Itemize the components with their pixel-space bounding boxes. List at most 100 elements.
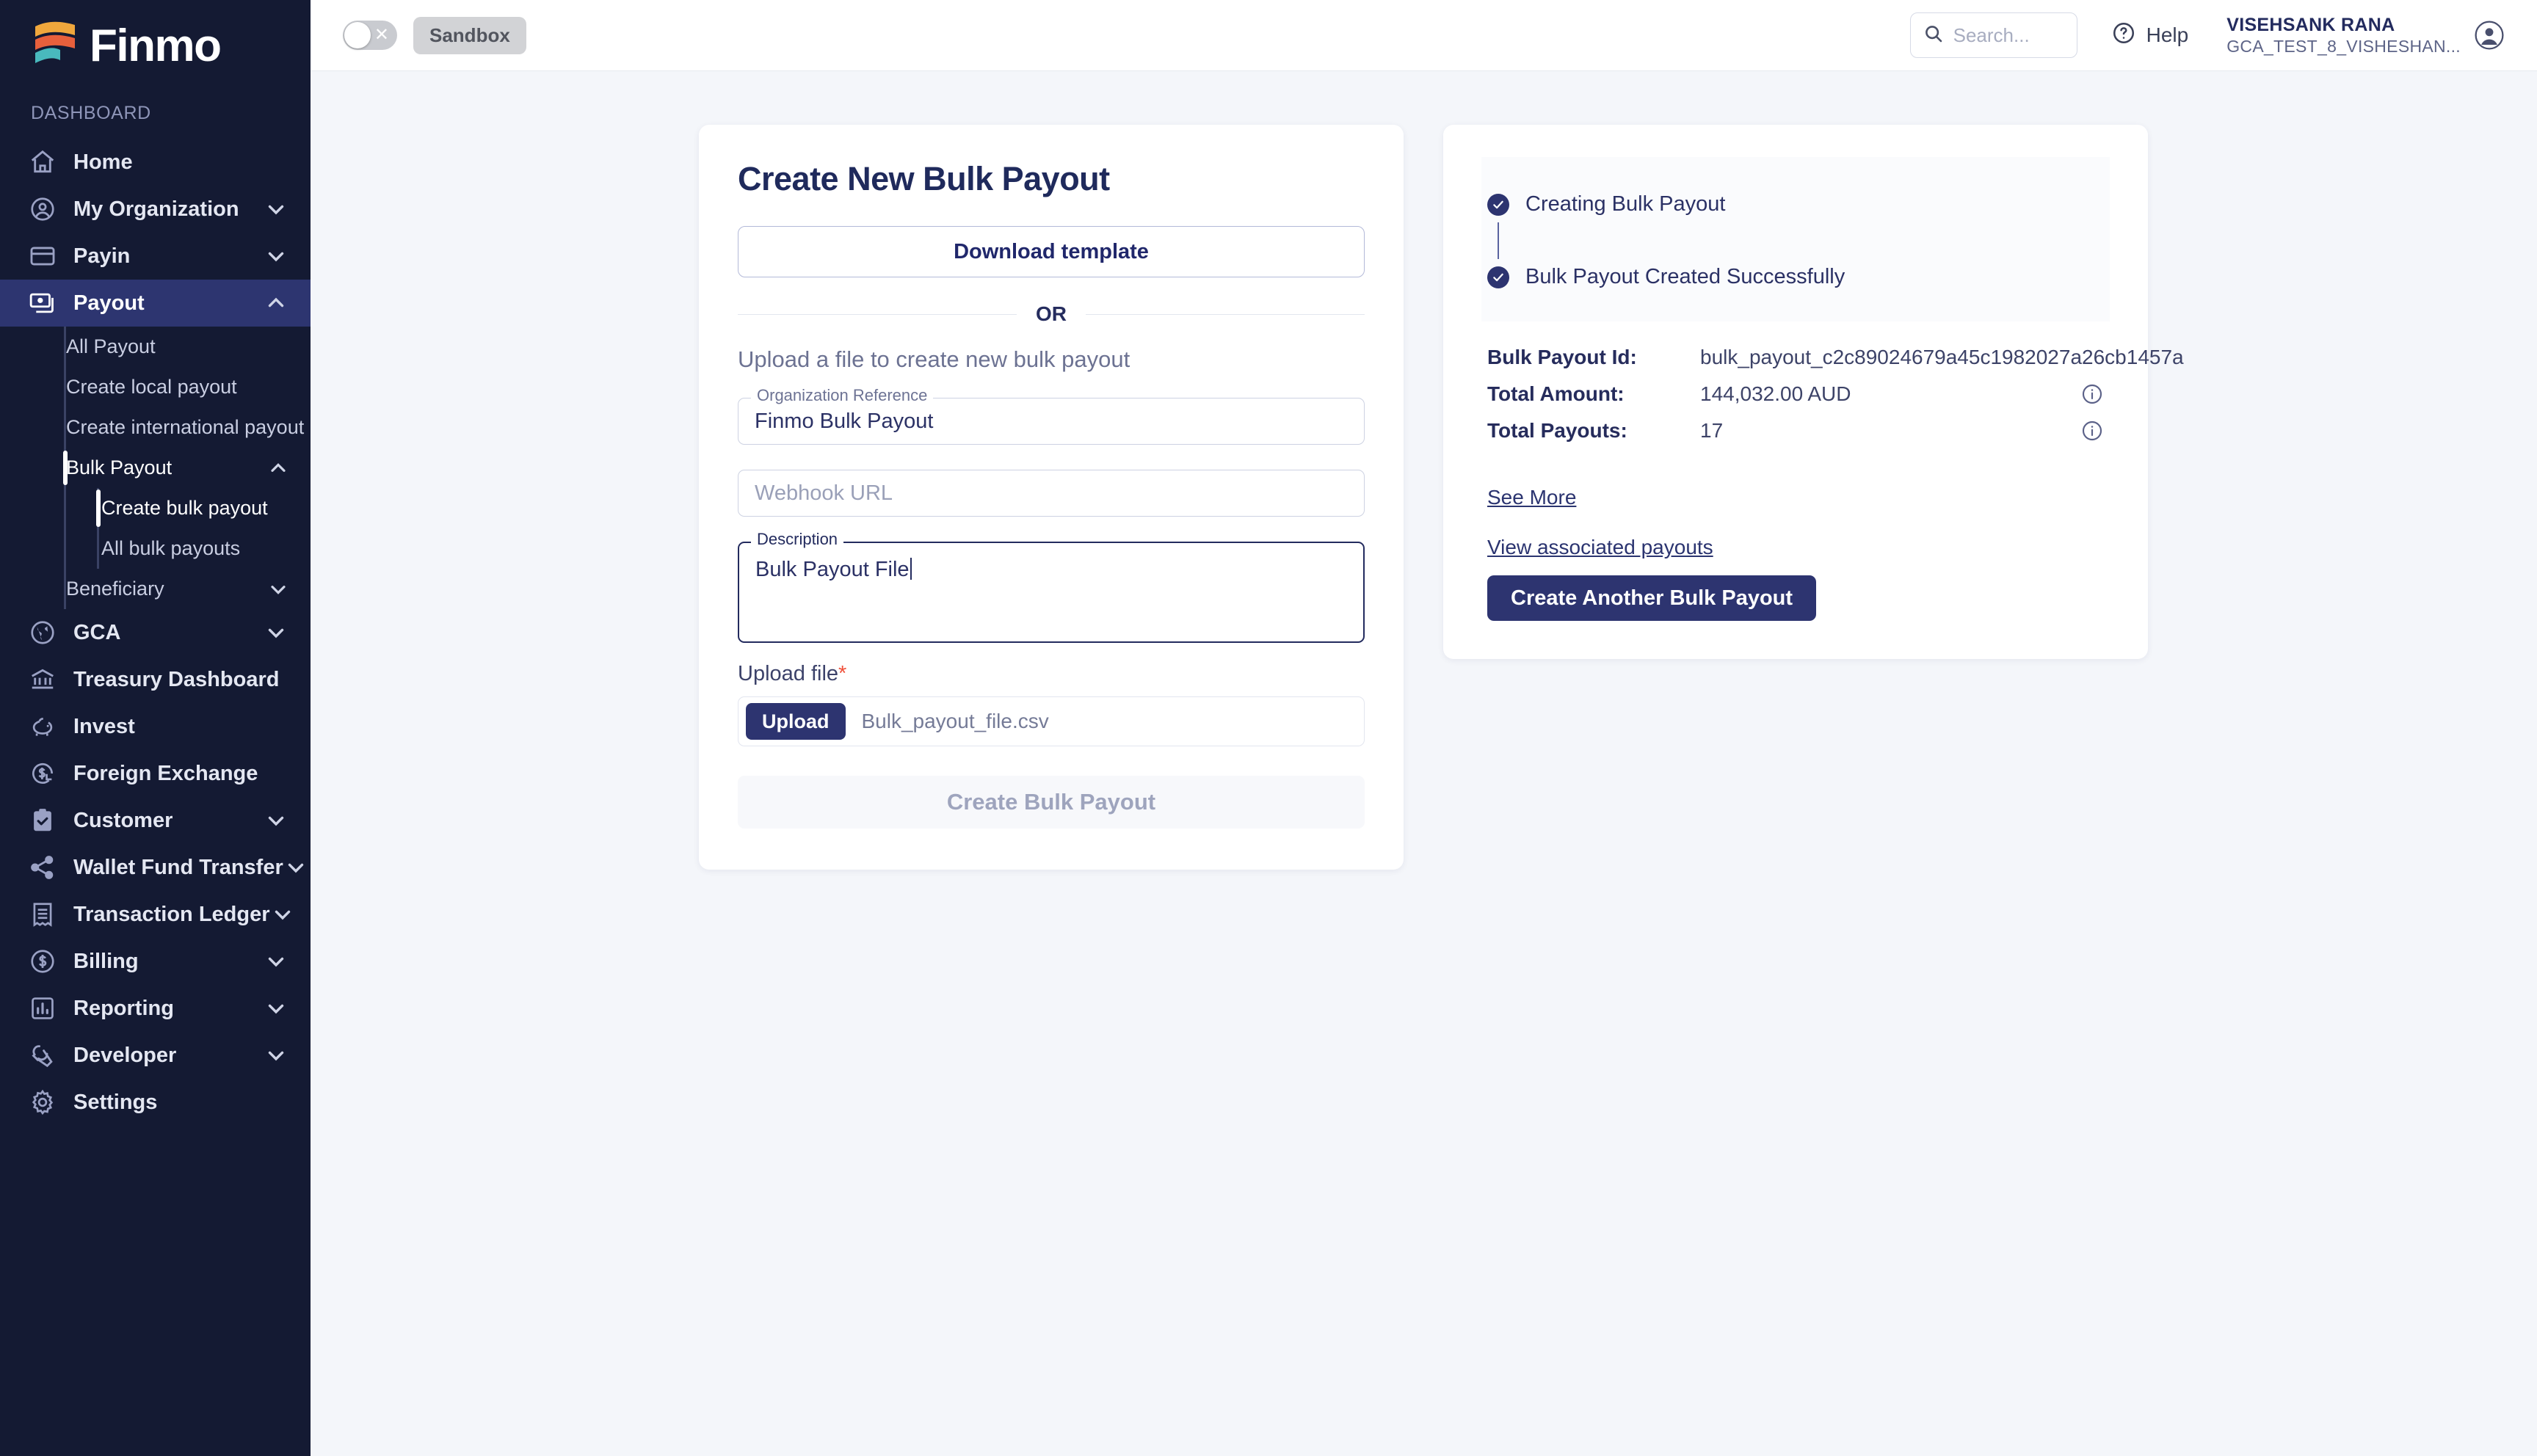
progress-step-label: Bulk Payout Created Successfully xyxy=(1525,265,1845,288)
chevron-down-icon[interactable] xyxy=(283,855,308,880)
detail-key: Total Payouts: xyxy=(1487,418,1627,442)
organization-reference-input[interactable]: Finmo Bulk Payout xyxy=(738,398,1365,445)
user-circle-icon xyxy=(28,194,57,224)
finmo-ribbon-logo-icon xyxy=(32,19,78,73)
organization-reference-field[interactable]: Finmo Bulk Payout Organization Reference xyxy=(738,387,1365,445)
sidebar-item-payin[interactable]: Payin xyxy=(0,233,311,280)
sidebar-subitem-create-international-payout[interactable]: Create international payout xyxy=(0,407,311,448)
sidebar-item-treasury-dashboard[interactable]: Treasury Dashboard xyxy=(0,656,311,703)
sidebar-item-invest[interactable]: Invest xyxy=(0,703,311,750)
info-icon[interactable] xyxy=(2080,382,2104,406)
create-bulk-payout-submit-button[interactable]: Create Bulk Payout xyxy=(738,776,1365,829)
check-circle-icon xyxy=(1487,193,1509,216)
chevron-down-icon[interactable] xyxy=(264,244,288,269)
chevron-down-icon[interactable] xyxy=(264,1043,288,1068)
detail-value: 17 xyxy=(1700,418,1724,442)
sidebar: Finmo DASHBOARD Home My Organization Pay… xyxy=(0,0,311,1456)
page-content: Create New Bulk Payout Download template… xyxy=(311,71,2537,1456)
see-more-link[interactable]: See More xyxy=(1487,486,1576,509)
webhook-url-field[interactable]: Webhook URL xyxy=(738,470,1365,517)
sidebar-item-gca[interactable]: GCA xyxy=(0,609,311,656)
info-icon[interactable] xyxy=(2080,419,2104,443)
description-value: Bulk Payout File xyxy=(755,558,910,581)
upload-file-row: Upload Bulk_payout_file.csv xyxy=(738,696,1365,746)
sidebar-item-developer[interactable]: Developer xyxy=(0,1032,311,1079)
help-button[interactable]: Help xyxy=(2111,21,2188,51)
chevron-down-icon[interactable] xyxy=(264,197,288,222)
money-icon xyxy=(28,288,57,318)
search-box[interactable] xyxy=(1909,12,2077,58)
sidebar-item-transaction-ledger[interactable]: Transaction Ledger xyxy=(0,891,311,938)
upload-button[interactable]: Upload xyxy=(746,703,846,740)
user-identity: VISEHSANK RANA GCA_TEST_8_VISHESHAN... xyxy=(2226,14,2461,57)
sidebar-item-customer[interactable]: Customer xyxy=(0,797,311,844)
progress-step-created: Bulk Payout Created Successfully xyxy=(1481,265,2110,289)
sidebar-item-my-organization[interactable]: My Organization xyxy=(0,186,311,233)
description-label: Description xyxy=(751,531,844,547)
chevron-up-icon[interactable] xyxy=(264,291,288,316)
sandbox-badge: Sandbox xyxy=(413,16,526,54)
detail-value: bulk_payout_c2c89024679a45c1982027a26cb1… xyxy=(1700,345,2184,368)
chevron-down-icon[interactable] xyxy=(266,578,290,601)
webhook-url-placeholder: Webhook URL xyxy=(755,481,893,505)
sidebar-item-reporting[interactable]: Reporting xyxy=(0,985,311,1032)
view-associated-payouts-link[interactable]: View associated payouts xyxy=(1487,536,1713,559)
sidebar-subitem-create-bulk-payout[interactable]: Create bulk payout xyxy=(0,488,311,528)
detail-key: Bulk Payout Id: xyxy=(1487,345,1637,368)
webhook-url-input[interactable]: Webhook URL xyxy=(738,470,1365,517)
top-bar: ✕ Sandbox Help VISEHSANK RANA GCA_TE xyxy=(311,0,2537,71)
chevron-down-icon[interactable] xyxy=(264,808,288,833)
required-marker: * xyxy=(838,662,847,685)
user-organization: GCA_TEST_8_VISHESHAN... xyxy=(2226,37,2461,57)
sidebar-item-label: Customer xyxy=(73,808,173,832)
create-another-bulk-payout-button[interactable]: Create Another Bulk Payout xyxy=(1487,575,1817,621)
brand-logo[interactable]: Finmo xyxy=(0,0,311,90)
chevron-down-icon[interactable] xyxy=(264,949,288,974)
description-textarea[interactable]: Bulk Payout File xyxy=(738,542,1365,643)
or-label: OR xyxy=(1036,302,1067,325)
sidebar-subitem-bulk-payout[interactable]: Bulk Payout xyxy=(0,448,311,488)
progress-step-creating: Creating Bulk Payout xyxy=(1481,192,2110,216)
help-circle-icon xyxy=(2111,21,2136,51)
detail-row-bulk-payout-id: Bulk Payout Id: bulk_payout_c2c89024679a… xyxy=(1487,341,2184,374)
chevron-down-icon[interactable] xyxy=(270,902,295,927)
user-menu[interactable]: VISEHSANK RANA GCA_TEST_8_VISHESHAN... xyxy=(2226,14,2505,57)
sidebar-subitem-label: Create international payout xyxy=(66,416,305,438)
sidebar-subitem-label: All bulk payouts xyxy=(101,537,241,559)
upload-file-label: Upload file* xyxy=(738,662,1365,686)
sidebar-item-label: Settings xyxy=(73,1090,158,1114)
globe-icon xyxy=(28,618,57,647)
main-area: ✕ Sandbox Help VISEHSANK RANA GCA_TE xyxy=(311,0,2537,1456)
currency-exchange-icon xyxy=(28,759,57,788)
sidebar-subitem-create-local-payout[interactable]: Create local payout xyxy=(0,367,311,407)
sidebar-item-label: Payout xyxy=(73,291,145,315)
chevron-down-icon[interactable] xyxy=(264,996,288,1021)
sandbox-mode-toggle[interactable]: ✕ xyxy=(343,21,397,50)
download-template-button[interactable]: Download template xyxy=(738,226,1365,277)
bar-chart-icon xyxy=(28,994,57,1023)
sidebar-subitem-beneficiary[interactable]: Beneficiary xyxy=(0,569,311,609)
sidebar-item-label: Invest xyxy=(73,714,135,738)
card-icon xyxy=(28,241,57,271)
sidebar-item-foreign-exchange[interactable]: Foreign Exchange xyxy=(0,750,311,797)
wrench-icon xyxy=(28,1041,57,1070)
dollar-circle-icon xyxy=(28,947,57,976)
sidebar-item-wallet-fund-transfer[interactable]: Wallet Fund Transfer xyxy=(0,844,311,891)
sidebar-item-settings[interactable]: Settings xyxy=(0,1079,311,1126)
search-input[interactable] xyxy=(1953,23,2065,47)
sidebar-item-payout[interactable]: Payout xyxy=(0,280,311,327)
chevron-up-icon[interactable] xyxy=(266,456,290,480)
sidebar-item-label: Developer xyxy=(73,1043,177,1067)
detail-row-total-payouts: Total Payouts: 17 xyxy=(1487,414,2104,447)
avatar[interactable] xyxy=(2474,20,2505,51)
sidebar-subitem-all-bulk-payouts[interactable]: All bulk payouts xyxy=(0,528,311,569)
sidebar-item-billing[interactable]: Billing xyxy=(0,938,311,985)
chevron-down-icon[interactable] xyxy=(264,620,288,645)
gear-icon xyxy=(28,1088,57,1117)
sidebar-subitem-all-payout[interactable]: All Payout xyxy=(0,327,311,367)
sidebar-item-home[interactable]: Home xyxy=(0,139,311,186)
brand-name: Finmo xyxy=(90,21,222,71)
bulk-payout-submenu: Create bulk payout All bulk payouts xyxy=(0,488,311,569)
description-field[interactable]: Bulk Payout File Description xyxy=(738,531,1365,643)
progress-step-connector xyxy=(1498,222,1499,259)
